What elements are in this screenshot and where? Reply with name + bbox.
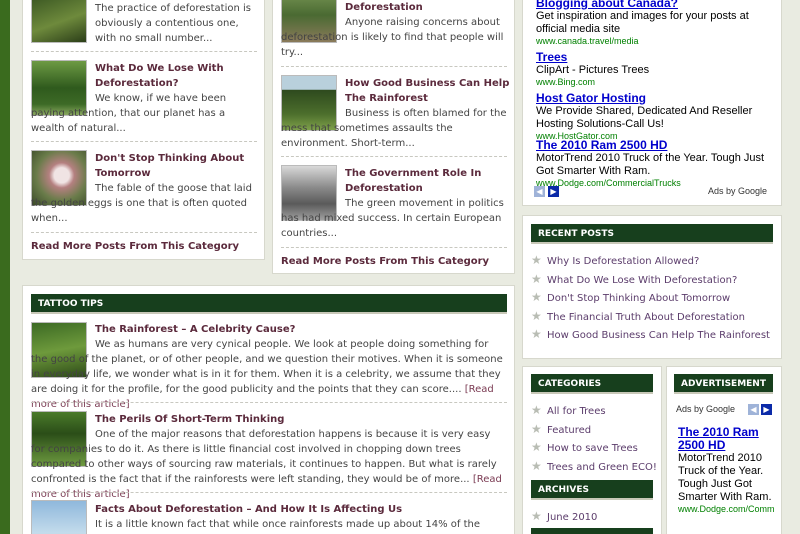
ad-title-link[interactable]: Trees: [536, 51, 772, 64]
post-title-link[interactable]: Deforestation: [345, 0, 511, 15]
section-heading: RECENT POSTS: [531, 224, 773, 244]
divider: [31, 232, 257, 233]
archive-link[interactable]: ★ June 2010: [531, 509, 597, 525]
divider: [281, 66, 507, 67]
ad-url[interactable]: www.canada.travel/media: [536, 36, 772, 47]
ad-unit: Blogging about Canada? Get inspiration a…: [536, 0, 772, 47]
section-heading: CATEGORIES: [531, 374, 653, 394]
read-more-category-link[interactable]: Read More Posts From This Category: [281, 256, 489, 267]
star-bullet-icon: ★: [531, 509, 542, 523]
post-excerpt: It is a little known fact that while onc…: [95, 519, 481, 530]
category-link[interactable]: ★ Featured: [531, 422, 591, 438]
post-title-link[interactable]: Facts About Deforestation – And How It I…: [95, 504, 402, 515]
recent-post-link[interactable]: ★ How Good Business Can Help The Rainfore…: [531, 327, 770, 343]
list-item: Deforestation Anyone raising concerns ab…: [281, 0, 511, 60]
tip-post: The Perils Of Short-Term Thinking One of…: [31, 412, 507, 502]
recent-post-link[interactable]: ★ The Financial Truth About Deforestation: [531, 309, 745, 325]
post-title-link[interactable]: The Government Role In Deforestation: [345, 166, 511, 196]
ad-unit: Host Gator Hosting We Provide Shared, De…: [536, 92, 772, 142]
ad-unit: The 2010 Ram 2500 HD MotorTrend 2010 Tru…: [536, 139, 772, 189]
ad-title-link[interactable]: Host Gator Hosting: [536, 92, 772, 105]
ad-unit: The 2010 Ram 2500 HD MotorTrend 2010 Tru…: [678, 426, 776, 515]
section-heading: ARCHIVES: [531, 480, 653, 500]
divider: [31, 492, 507, 493]
divider: [281, 156, 507, 157]
ads-by-google[interactable]: Ads by Google: [676, 404, 735, 414]
ad-description: We Provide Shared, Dedicated And Reselle…: [536, 105, 753, 130]
ad-title-link[interactable]: Blogging about Canada?: [536, 0, 772, 10]
star-bullet-icon: ★: [531, 403, 542, 417]
ad-description: ClipArt - Pictures Trees: [536, 64, 650, 76]
divider: [31, 51, 257, 52]
star-bullet-icon: ★: [531, 272, 542, 286]
divider: [31, 141, 257, 142]
next-ad-arrow-icon[interactable]: ▶: [761, 404, 772, 415]
post-title-link[interactable]: What Do We Lose With Deforestation?: [95, 61, 261, 91]
recent-post-link[interactable]: ★ Why Is Deforestation Allowed?: [531, 253, 699, 269]
ad-description: MotorTrend 2010 Truck of the Year. Tough…: [678, 452, 772, 503]
divider: [281, 247, 507, 248]
next-ad-arrow-icon[interactable]: ▶: [548, 186, 559, 197]
divider: [31, 402, 507, 403]
list-item: How Good Business Can Help The Rainfores…: [281, 76, 511, 151]
list-item: Don't Stop Thinking About Tomorrow The f…: [31, 151, 261, 226]
post-excerpt: Anyone raising concerns about deforestat…: [281, 17, 504, 58]
ad-description: Get inspiration and images for your post…: [536, 10, 749, 35]
section-heading: TATTOO TIPS: [31, 294, 507, 314]
read-more-category-link[interactable]: Read More Posts From This Category: [31, 241, 239, 252]
star-bullet-icon: ★: [531, 327, 542, 341]
recent-post-link[interactable]: ★ What Do We Lose With Deforestation?: [531, 272, 737, 288]
ad-url[interactable]: www.Dodge.com/Comm: [678, 504, 776, 515]
recent-post-link[interactable]: ★ Don't Stop Thinking About Tomorrow: [531, 290, 730, 306]
star-bullet-icon: ★: [531, 253, 542, 267]
list-item: What Do We Lose With Deforestation? We k…: [31, 61, 261, 136]
prev-ad-arrow-icon[interactable]: ◀: [534, 186, 545, 197]
category-link[interactable]: ★ Trees and Green ECO!: [531, 459, 657, 475]
ads-by-google[interactable]: Ads by Google: [708, 186, 767, 196]
post-excerpt: The green movement in politics has had m…: [281, 198, 504, 239]
post-title-link[interactable]: The Perils Of Short-Term Thinking: [95, 414, 284, 425]
section-heading: ADVERTISEMENT: [674, 374, 773, 394]
post-excerpt: The fable of the goose that laid the gol…: [31, 183, 252, 224]
ad-title-link[interactable]: The 2010 Ram 2500 HD: [678, 426, 776, 452]
post-title-link[interactable]: How Good Business Can Help The Rainfores…: [345, 76, 511, 106]
tip-post: The Rainforest – A Celebrity Cause? We a…: [31, 322, 507, 412]
star-bullet-icon: ★: [531, 309, 542, 323]
post-excerpt: Business is often blamed for the mess th…: [281, 108, 507, 149]
star-bullet-icon: ★: [531, 290, 542, 304]
ad-url[interactable]: www.Bing.com: [536, 77, 772, 88]
category-link[interactable]: ★ All for Trees: [531, 403, 606, 419]
post-excerpt: The practice of deforestation is obvious…: [95, 3, 251, 44]
ad-description: MotorTrend 2010 Truck of the Year. Tough…: [536, 152, 765, 177]
list-item: The Government Role In Deforestation The…: [281, 166, 511, 241]
recent-posts-list: ★ Why Is Deforestation Allowed? ★ What Do …: [531, 253, 776, 353]
star-bullet-icon: ★: [531, 459, 542, 473]
ad-title-link[interactable]: The 2010 Ram 2500 HD: [536, 139, 772, 152]
category-link[interactable]: ★ How to save Trees: [531, 440, 638, 456]
post-title-link[interactable]: Don't Stop Thinking About Tomorrow: [95, 151, 261, 181]
ad-unit: Trees ClipArt - Pictures Trees www.Bing.…: [536, 51, 772, 88]
list-item: The practice of deforestation is obvious…: [31, 1, 261, 46]
post-excerpt: One of the major reasons that deforestat…: [31, 429, 497, 485]
section-heading-partial: [531, 528, 653, 534]
post-excerpt: We know, if we have been paying attentio…: [31, 93, 227, 134]
prev-ad-arrow-icon[interactable]: ◀: [748, 404, 759, 415]
tip-post: Facts About Deforestation – And How It I…: [31, 502, 507, 534]
star-bullet-icon: ★: [531, 422, 542, 436]
star-bullet-icon: ★: [531, 440, 542, 454]
post-excerpt: We as humans are very cynical people. We…: [31, 339, 503, 395]
post-title-link[interactable]: The Rainforest – A Celebrity Cause?: [95, 324, 295, 335]
